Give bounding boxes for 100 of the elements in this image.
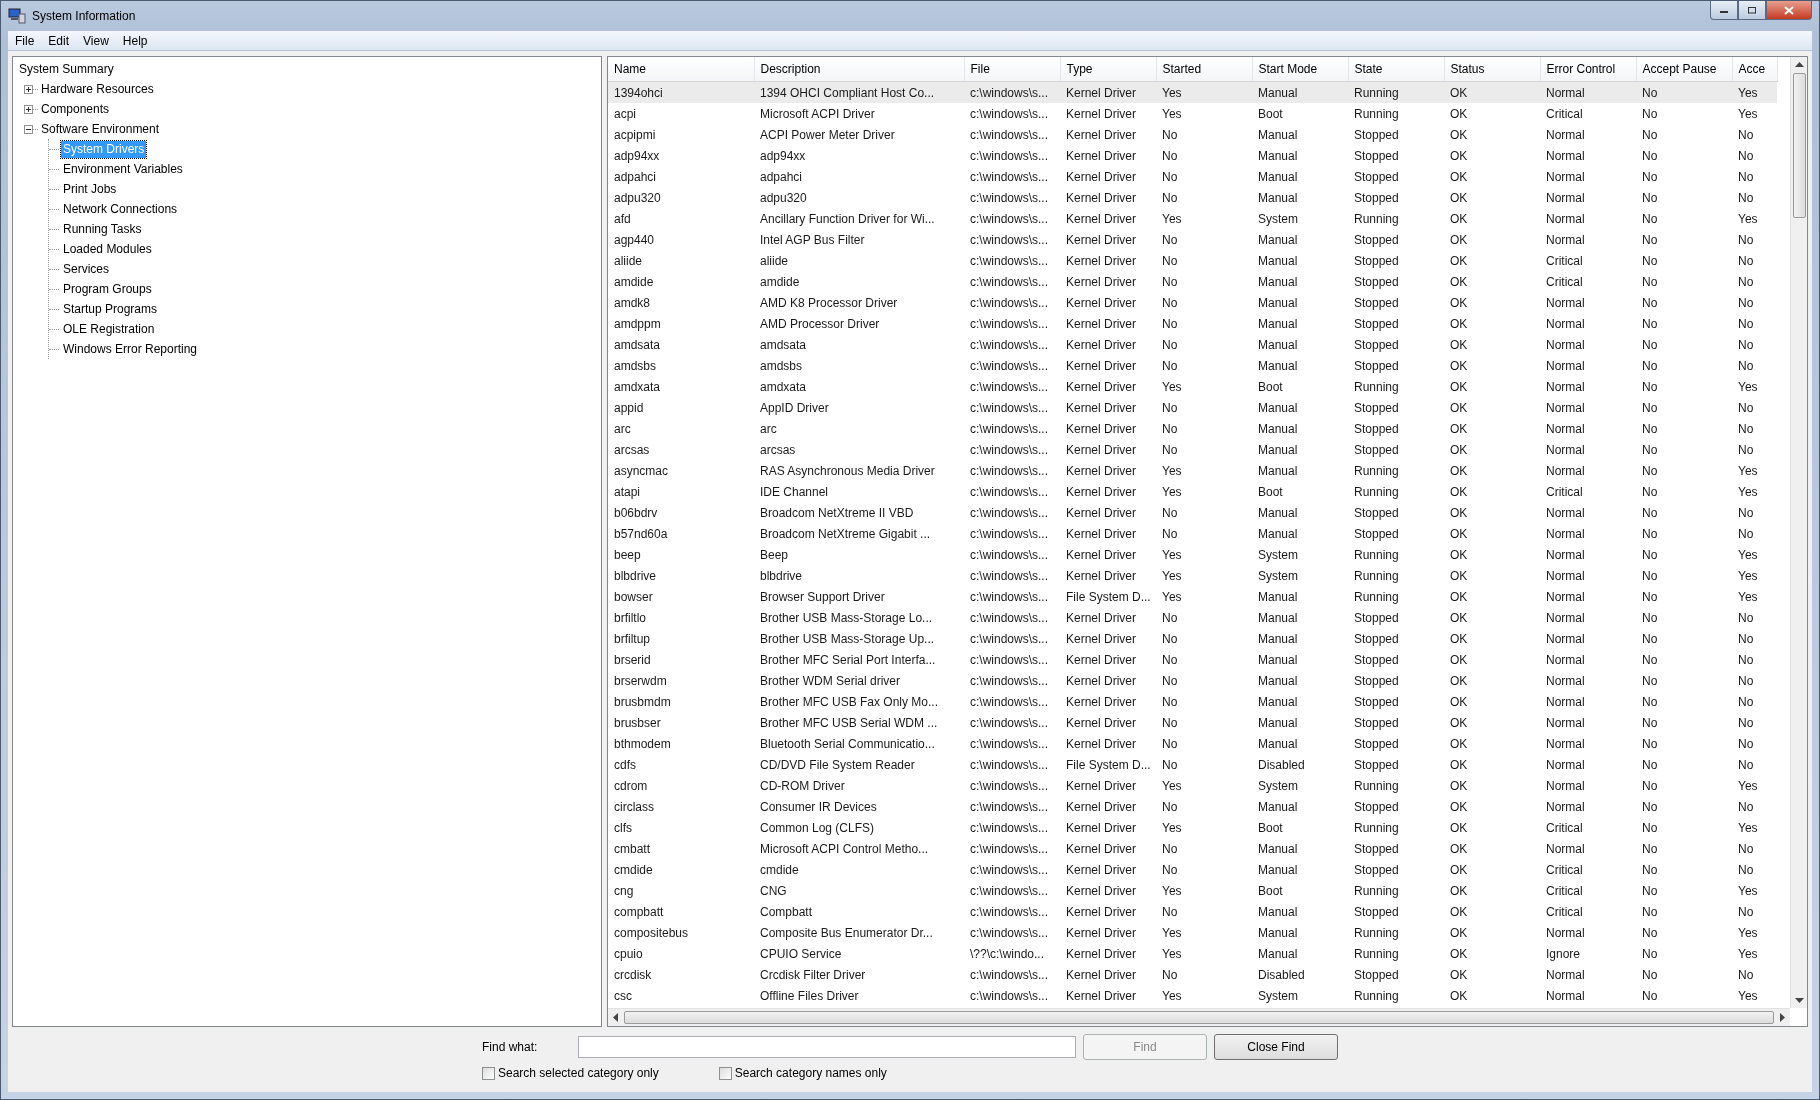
tree-item[interactable]: Components xyxy=(39,100,112,118)
table-cell-text: c:\windows\s... xyxy=(969,756,1050,774)
column-header[interactable]: Start Mode xyxy=(1252,57,1348,82)
tree-item[interactable]: Environment Variables xyxy=(61,160,185,178)
vertical-scrollbar[interactable] xyxy=(1790,57,1807,1008)
minimize-button[interactable] xyxy=(1710,1,1738,20)
table-cell-text: Stopped xyxy=(1353,651,1400,669)
collapse-icon[interactable] xyxy=(24,124,33,134)
table-cell-text: beep xyxy=(613,546,642,564)
close-find-button[interactable]: Close Find xyxy=(1214,1034,1338,1060)
scroll-down-icon[interactable] xyxy=(1794,998,1804,1003)
column-header[interactable]: State xyxy=(1348,57,1444,82)
column-header[interactable]: File xyxy=(964,57,1060,82)
scroll-thumb[interactable] xyxy=(1792,73,1806,218)
column-header[interactable]: Acce xyxy=(1732,57,1777,82)
table-cell-text: Normal xyxy=(1545,378,1586,396)
scroll-up-icon[interactable] xyxy=(1794,62,1804,67)
table-cell-text: b06bdrv xyxy=(613,504,659,522)
table-cell-text: Stopped xyxy=(1353,399,1400,417)
table-cell-text: bowser xyxy=(613,588,654,606)
close-button[interactable] xyxy=(1766,1,1812,20)
table-cell-text: CD-ROM Driver xyxy=(759,777,846,795)
column-header[interactable]: Status xyxy=(1444,57,1540,82)
table-cell-text: Normal xyxy=(1545,777,1586,795)
table-cell-text: Normal xyxy=(1545,504,1586,522)
table-cell-text: Yes xyxy=(1161,483,1183,501)
table-cell-text: Stopped xyxy=(1353,735,1400,753)
table-cell-text: Normal xyxy=(1545,840,1586,858)
tree-item[interactable]: System Summary xyxy=(17,60,116,78)
table-cell: Manual xyxy=(1252,81,1348,103)
table-cell-text: No xyxy=(1641,168,1659,186)
table-cell-text: No xyxy=(1737,336,1755,354)
column-header[interactable]: Type xyxy=(1060,57,1156,82)
checkbox[interactable] xyxy=(718,1066,732,1080)
table-cell-text: Yes xyxy=(1161,546,1183,564)
table-cell-text: No xyxy=(1641,840,1659,858)
scroll-left-icon[interactable] xyxy=(613,1013,618,1022)
menu-item[interactable]: View xyxy=(76,33,116,48)
table-cell-text: No xyxy=(1161,714,1179,732)
table-cell-text: c:\windows\s... xyxy=(969,315,1050,333)
menu-item[interactable]: Edit xyxy=(41,33,77,48)
table-cell-text: Stopped xyxy=(1353,147,1400,165)
table-cell: c:\windows\s... xyxy=(964,81,1060,103)
table-cell-text: AppID Driver xyxy=(759,399,830,417)
tree-item[interactable]: Software Environment xyxy=(39,120,162,138)
table-cell-text: Kernel Driver xyxy=(1065,315,1138,333)
column-header[interactable]: Accept Pause xyxy=(1636,57,1732,82)
selected-row[interactable]: 1394ohci 1394 OHCI Compliant Host Co... c:\windows\s... Kernel Driver Yes Manual Running OK Normal No Yes xyxy=(608,81,1777,103)
table-cell-text: Critical xyxy=(1545,819,1584,837)
table-cell-text: Stopped xyxy=(1353,357,1400,375)
table-cell-text: No xyxy=(1737,126,1755,144)
tree-item[interactable]: Print Jobs xyxy=(61,180,119,198)
table-cell-text: Kernel Driver xyxy=(1065,819,1138,837)
table-cell-text: afd xyxy=(613,210,632,228)
table-cell-text: No xyxy=(1161,168,1179,186)
tree-item[interactable]: Windows Error Reporting xyxy=(61,340,200,358)
table-cell-text: Disabled xyxy=(1257,756,1306,774)
horizontal-scrollbar[interactable] xyxy=(608,1008,1790,1026)
table-cell-text: adpahci xyxy=(613,168,658,186)
column-header[interactable]: Started xyxy=(1156,57,1252,82)
table-cell-text: OK xyxy=(1449,315,1469,333)
table-cell-text: Beep xyxy=(759,546,790,564)
column-header[interactable]: Error Control xyxy=(1540,57,1636,82)
scroll-right-icon[interactable] xyxy=(1780,1013,1785,1022)
table-cell-text: No xyxy=(1737,798,1755,816)
column-header[interactable]: Description xyxy=(754,57,964,82)
tree-item[interactable]: OLE Registration xyxy=(61,320,157,338)
maximize-button[interactable] xyxy=(1738,1,1766,20)
table-cell-text: Normal xyxy=(1545,168,1586,186)
expand-icon[interactable] xyxy=(24,84,33,94)
table-cell-text: OK xyxy=(1449,966,1469,984)
table-cell-text: No xyxy=(1641,357,1659,375)
tree-item[interactable]: Startup Programs xyxy=(61,300,160,318)
table-cell-text: Kernel Driver xyxy=(1065,798,1138,816)
table-cell-text: OK xyxy=(1449,651,1469,669)
table-cell-text: Normal xyxy=(1545,210,1586,228)
scroll-thumb[interactable] xyxy=(624,1011,1774,1024)
table-cell-text: No xyxy=(1161,756,1179,774)
table-cell: Running xyxy=(1348,81,1444,103)
table-cell-text: No xyxy=(1161,966,1179,984)
table-cell-text: cng xyxy=(613,882,635,900)
table-cell-text: Boot xyxy=(1257,378,1284,396)
tree-item[interactable]: Network Connections xyxy=(61,200,180,218)
table-cell-text: Stopped xyxy=(1353,798,1400,816)
table-cell-text: blbdrive xyxy=(759,567,804,585)
table-cell: 1394 OHCI Compliant Host Co... xyxy=(754,81,964,103)
expand-icon[interactable] xyxy=(24,104,33,114)
table-cell-text: amdsbs xyxy=(759,357,804,375)
tree-item[interactable]: Running Tasks xyxy=(61,220,144,238)
menu-item[interactable]: Help xyxy=(115,33,155,48)
table-cell-text: System xyxy=(1257,210,1299,228)
checkbox[interactable] xyxy=(482,1066,495,1080)
tree-item[interactable]: Program Groups xyxy=(61,280,154,298)
menu-item[interactable]: File xyxy=(8,33,42,48)
column-header[interactable]: Name xyxy=(608,57,754,82)
tree-item[interactable]: Hardware Resources xyxy=(39,80,156,98)
find-input-field[interactable] xyxy=(578,1036,1076,1058)
table-cell-text: OK xyxy=(1449,504,1469,522)
tree-item[interactable]: Services xyxy=(61,260,111,278)
tree-item[interactable]: Loaded Modules xyxy=(61,240,154,258)
